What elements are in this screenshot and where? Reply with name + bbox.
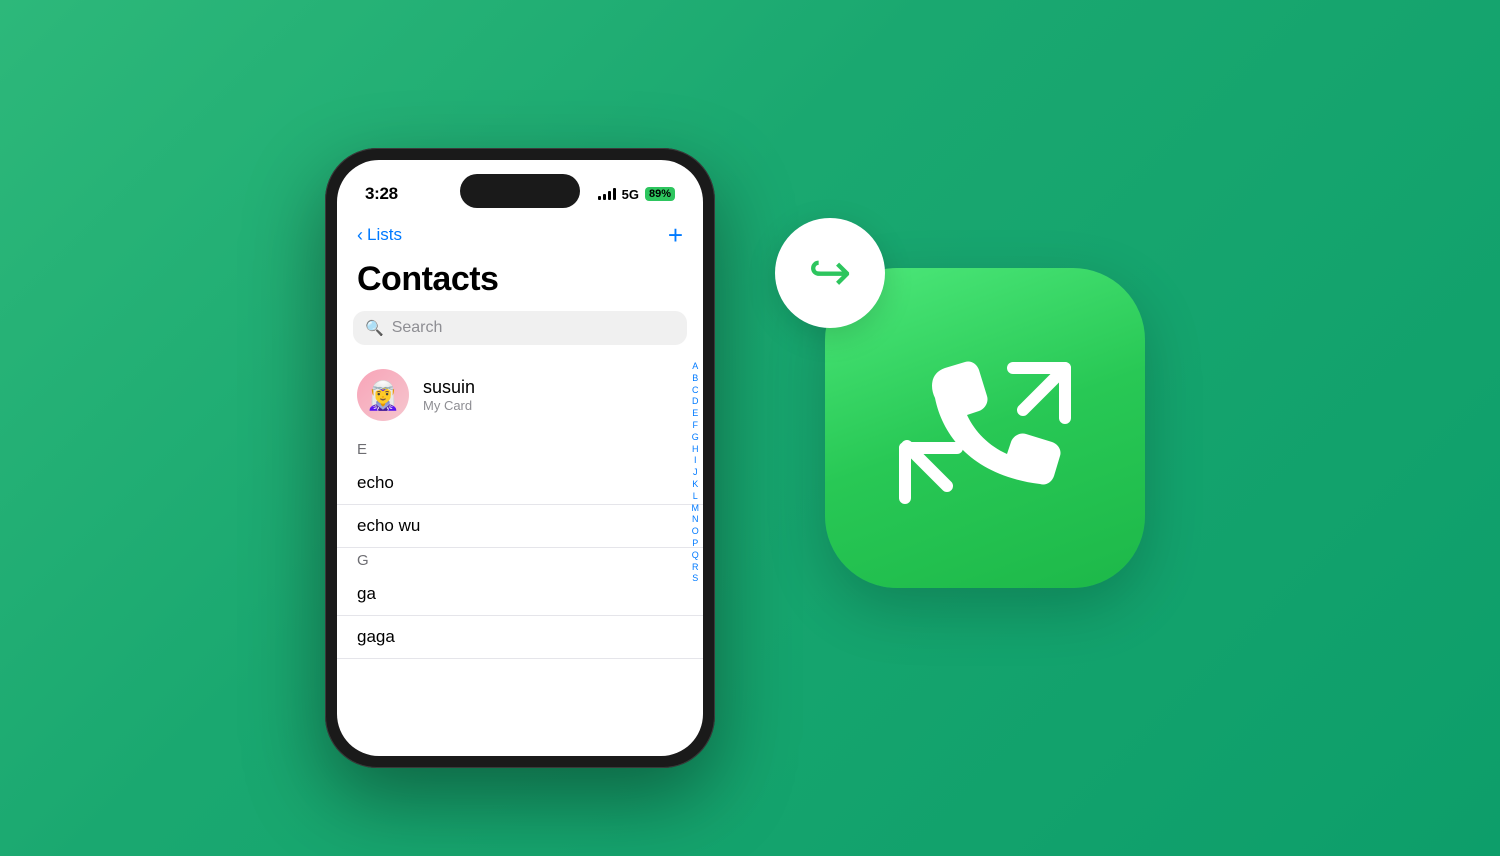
scene: 3:28 5G 89% ‹ bbox=[0, 0, 1500, 856]
contact-item-gaga[interactable]: gaga bbox=[337, 616, 703, 659]
status-icons: 5G 89% bbox=[598, 187, 675, 202]
search-placeholder: Search bbox=[392, 319, 443, 337]
contact-item-ga[interactable]: ga bbox=[337, 573, 703, 616]
my-card-info: susuin My Card bbox=[423, 377, 475, 413]
contact-item-echo[interactable]: echo bbox=[337, 462, 703, 505]
signal-bar-2 bbox=[603, 194, 606, 200]
signal-bar-1 bbox=[598, 196, 601, 200]
app-icon bbox=[825, 268, 1145, 588]
reply-badge: ↩ bbox=[775, 218, 885, 328]
add-contact-button[interactable]: + bbox=[668, 222, 683, 248]
app-icon-section: ↩ bbox=[795, 238, 1175, 618]
status-time: 3:28 bbox=[365, 184, 398, 204]
signal-bar-3 bbox=[608, 191, 611, 200]
phone-screen: 3:28 5G 89% ‹ bbox=[337, 160, 703, 756]
app-icon-svg bbox=[875, 318, 1095, 538]
search-bar[interactable]: 🔍 Search bbox=[353, 311, 687, 345]
my-card-label: My Card bbox=[423, 398, 475, 413]
signal-bars bbox=[598, 188, 616, 200]
section-header-e: E bbox=[337, 437, 703, 462]
contact-list: 🧝‍♀️ susuin My Card E echo echo wu G ga … bbox=[337, 361, 703, 659]
contact-item-echowu[interactable]: echo wu bbox=[337, 505, 703, 548]
search-icon: 🔍 bbox=[365, 319, 384, 337]
back-button[interactable]: ‹ Lists bbox=[357, 225, 402, 246]
page-title: Contacts bbox=[337, 256, 703, 311]
chevron-left-icon: ‹ bbox=[357, 225, 363, 246]
my-card-name: susuin bbox=[423, 377, 475, 398]
dynamic-island bbox=[460, 174, 580, 208]
nav-bar: ‹ Lists + bbox=[337, 218, 703, 256]
signal-bar-4 bbox=[613, 188, 616, 200]
section-header-g: G bbox=[337, 548, 703, 573]
phone-mockup: 3:28 5G 89% ‹ bbox=[325, 148, 715, 768]
reply-arrow-icon: ↩ bbox=[808, 243, 852, 303]
avatar: 🧝‍♀️ bbox=[357, 369, 409, 421]
my-card[interactable]: 🧝‍♀️ susuin My Card bbox=[337, 361, 703, 437]
phone-frame: 3:28 5G 89% ‹ bbox=[325, 148, 715, 768]
battery-percent: 89% bbox=[645, 187, 675, 201]
nav-back-label[interactable]: Lists bbox=[367, 225, 402, 245]
status-5g: 5G bbox=[622, 187, 639, 202]
alphabet-index[interactable]: A B C D E F G H I J K L M N O bbox=[692, 361, 700, 659]
